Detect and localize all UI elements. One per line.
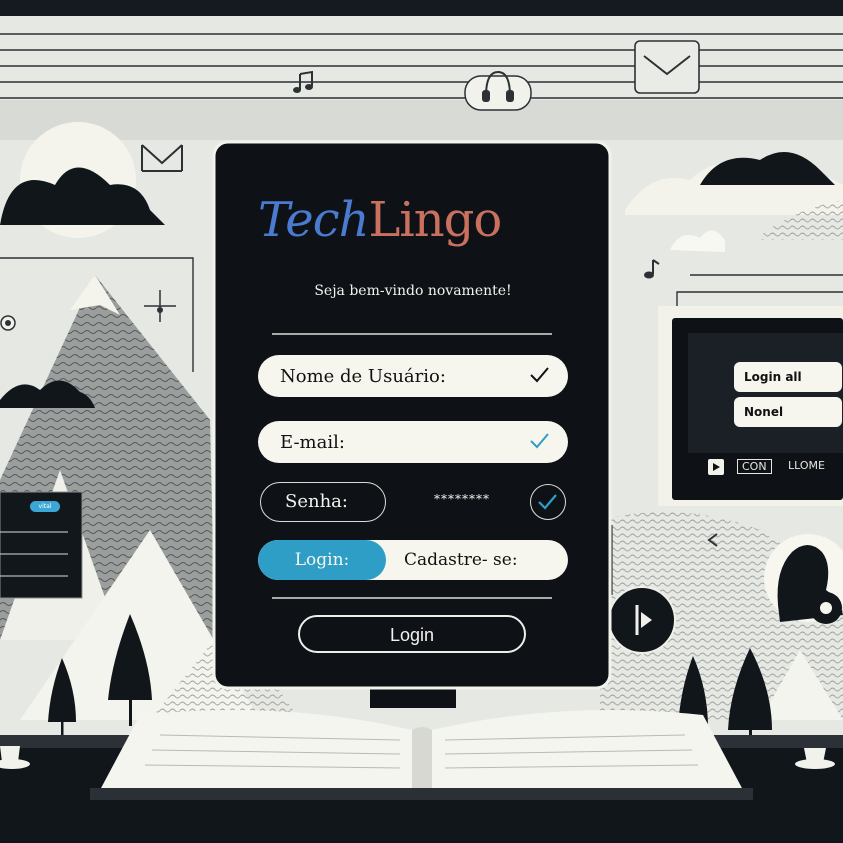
mail-icon	[634, 40, 700, 94]
check-icon	[530, 367, 549, 383]
target-icon	[0, 315, 16, 331]
headphones-icon	[464, 70, 532, 111]
mail-icon	[141, 144, 183, 172]
brand-logo-part1: Tech	[258, 192, 369, 248]
brand-logo: TechLingo	[258, 192, 503, 248]
check-icon	[530, 433, 549, 449]
password-check-button[interactable]	[530, 484, 566, 520]
login-signup-toggle: Login: Cadastre- se:	[258, 540, 568, 580]
email-label: E-mail:	[280, 431, 345, 453]
crosshair-icon	[144, 290, 176, 322]
password-label: Senha:	[260, 482, 386, 522]
username-field[interactable]: Nome de Usuário:	[258, 355, 568, 397]
side-card-login[interactable]: Login all	[734, 362, 842, 392]
side-footer-con[interactable]: CON	[737, 459, 772, 474]
left-card-tag: vital	[30, 501, 60, 512]
side-footer-llome: LLOME	[788, 459, 825, 472]
login-button[interactable]: Login	[298, 615, 526, 653]
music-note-icon	[644, 259, 660, 279]
email-field[interactable]: E-mail:	[258, 421, 568, 463]
check-icon	[538, 494, 557, 510]
welcome-message: Seja bem-vindo novamente!	[314, 283, 512, 299]
password-field[interactable]: ********	[396, 482, 528, 522]
username-label: Nome de Usuário:	[280, 365, 446, 387]
password-row: Senha: ********	[260, 482, 566, 524]
brand-logo-part2: Lingo	[368, 192, 503, 248]
chevron-left-icon	[707, 533, 718, 547]
tab-signup[interactable]: Cadastre- se:	[404, 540, 518, 580]
tab-login[interactable]: Login:	[258, 540, 386, 580]
play-icon[interactable]	[708, 459, 724, 475]
side-card-none[interactable]: Nonel	[734, 397, 842, 427]
music-note-icon	[293, 70, 313, 93]
